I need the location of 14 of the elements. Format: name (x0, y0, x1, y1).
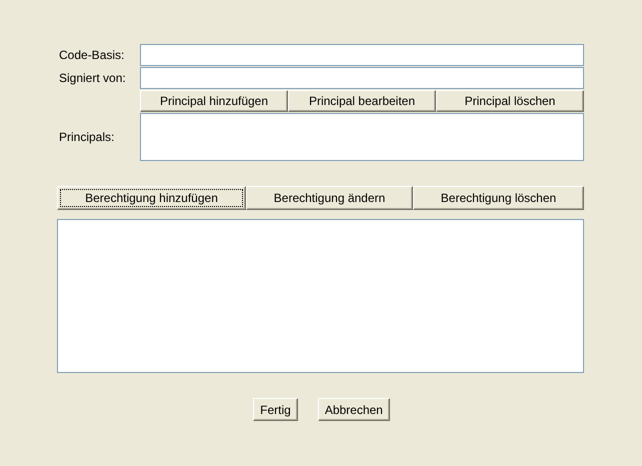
field-label: Signiert von: (58, 71, 127, 85)
signed-by-field[interactable] (140, 67, 584, 89)
principal-button[interactable]: Principal hinzufügen (140, 90, 288, 112)
permission-button[interactable]: Berechtigung löschen (413, 186, 584, 210)
permission-button[interactable]: Berechtigung ändern (246, 186, 413, 210)
principal-button[interactable]: Principal bearbeiten (288, 90, 436, 112)
field-label: Code-Basis: (58, 48, 126, 62)
principal-button[interactable]: Principal löschen (436, 90, 584, 112)
permission-button[interactable]: Berechtigung hinzufügen (57, 186, 246, 210)
principals-label: Principals: (58, 130, 116, 144)
code-base-field[interactable] (140, 44, 584, 66)
done-button[interactable]: Fertig (253, 398, 298, 421)
cancel-button[interactable]: Abbrechen (318, 398, 390, 421)
principals-list[interactable] (140, 113, 584, 161)
